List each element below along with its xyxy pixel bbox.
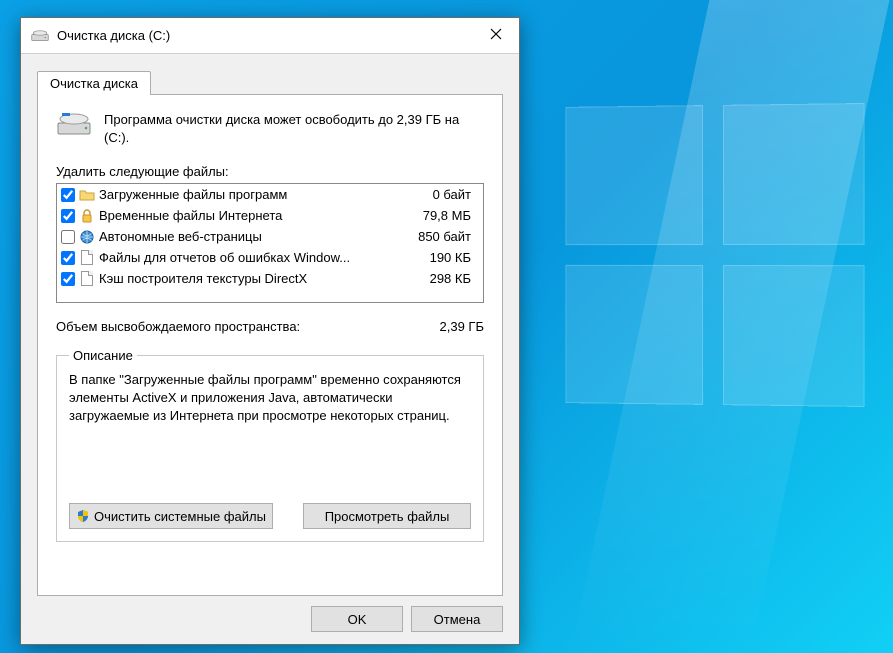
page-icon xyxy=(79,250,95,266)
drive-icon xyxy=(31,29,49,43)
item-size: 79,8 МБ xyxy=(399,208,479,223)
drive-large-icon xyxy=(56,111,92,137)
page-icon xyxy=(79,271,95,287)
description-group: Описание В папке "Загруженные файлы прог… xyxy=(56,348,484,542)
item-name: Файлы для отчетов об ошибках Window... xyxy=(99,250,395,265)
total-label: Объем высвобождаемого пространства: xyxy=(56,319,300,334)
total-value: 2,39 ГБ xyxy=(440,319,484,334)
checkbox[interactable] xyxy=(61,230,75,244)
list-item[interactable]: Автономные веб-страницы 850 байт xyxy=(57,226,483,247)
item-name: Загруженные файлы программ xyxy=(99,187,395,202)
tabstrip: Очистка диска xyxy=(37,70,503,94)
lock-icon xyxy=(79,208,95,224)
item-name: Временные файлы Интернета xyxy=(99,208,395,223)
list-item[interactable]: Файлы для отчетов об ошибках Window... 1… xyxy=(57,247,483,268)
tab-panel: Программа очистки диска может освободить… xyxy=(37,94,503,596)
description-legend: Описание xyxy=(69,348,137,363)
item-size: 850 байт xyxy=(399,229,479,244)
ok-button[interactable]: OK xyxy=(311,606,403,632)
globe-icon xyxy=(79,229,95,245)
windows-logo-backdrop xyxy=(565,103,864,407)
item-name: Кэш построителя текстуры DirectX xyxy=(99,271,395,286)
item-size: 0 байт xyxy=(399,187,479,202)
checkbox[interactable] xyxy=(61,209,75,223)
list-item[interactable]: Временные файлы Интернета 79,8 МБ xyxy=(57,205,483,226)
tab-cleanup[interactable]: Очистка диска xyxy=(37,71,151,95)
clean-system-label: Очистить системные файлы xyxy=(94,509,266,524)
item-size: 190 КБ xyxy=(399,250,479,265)
clean-system-files-button[interactable]: Очистить системные файлы xyxy=(69,503,273,529)
list-label: Удалить следующие файлы: xyxy=(56,164,484,179)
dialog-footer: OK Отмена xyxy=(311,606,503,632)
item-name: Автономные веб-страницы xyxy=(99,229,395,244)
list-item[interactable]: Кэш построителя текстуры DirectX 298 КБ xyxy=(57,268,483,289)
folder-icon xyxy=(79,187,95,203)
total-row: Объем высвобождаемого пространства: 2,39… xyxy=(56,319,484,334)
file-list[interactable]: Загруженные файлы программ 0 байт Времен… xyxy=(56,183,484,303)
shield-icon xyxy=(76,509,90,523)
item-size: 298 КБ xyxy=(399,271,479,286)
disk-cleanup-dialog: Очистка диска (C:) Очистка диска xyxy=(20,17,520,645)
cancel-button[interactable]: Отмена xyxy=(411,606,503,632)
checkbox[interactable] xyxy=(61,188,75,202)
titlebar[interactable]: Очистка диска (C:) xyxy=(21,18,519,54)
list-item[interactable]: Загруженные файлы программ 0 байт xyxy=(57,184,483,205)
close-icon xyxy=(490,27,502,45)
close-button[interactable] xyxy=(473,18,519,53)
intro-message: Программа очистки диска может освободить… xyxy=(104,111,484,146)
window-title: Очистка диска (C:) xyxy=(57,28,473,43)
view-files-button[interactable]: Просмотреть файлы xyxy=(303,503,471,529)
checkbox[interactable] xyxy=(61,272,75,286)
intro-row: Программа очистки диска может освободить… xyxy=(56,111,484,146)
description-text: В папке "Загруженные файлы программ" вре… xyxy=(69,371,471,426)
client-area: Очистка диска Программа очистки диска мо… xyxy=(21,54,519,644)
checkbox[interactable] xyxy=(61,251,75,265)
